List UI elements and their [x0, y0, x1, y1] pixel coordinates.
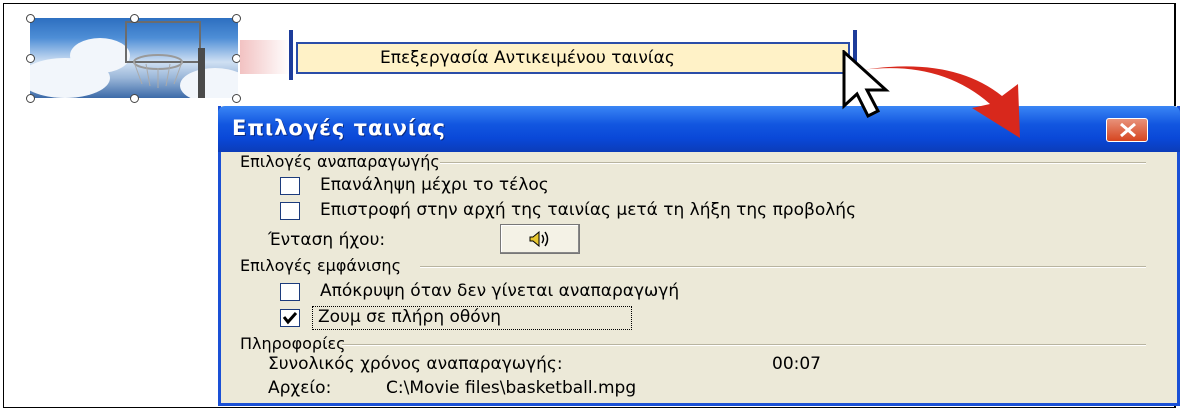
zoom-full-screen-checkbox[interactable]: [280, 309, 300, 327]
file-path-value: C:\Movie files\basketball.mpg: [386, 378, 637, 398]
selection-handle[interactable]: [232, 14, 241, 23]
dialog-title-bar[interactable]: Επιλογές ταινίας: [218, 106, 1180, 152]
edit-movie-object-menu-item[interactable]: Επεξεργασία Αντικειμένου ταινίας: [296, 42, 850, 74]
selection-handle[interactable]: [130, 14, 139, 23]
speaker-icon: [529, 230, 549, 248]
loop-label: Επανάληψη μέχρι το τέλος: [320, 175, 549, 195]
group-divider: [420, 266, 1146, 268]
checkmark-icon: [282, 312, 298, 325]
menu-connector: [240, 40, 290, 74]
display-options-heading: Επιλογές εμφάνισης: [240, 256, 401, 275]
rewind-checkbox[interactable]: [280, 202, 300, 220]
file-label: Αρχείο:: [268, 378, 332, 398]
zoom-full-screen-label: Ζουμ σε πλήρη οθόνη: [318, 307, 501, 327]
selection-handle[interactable]: [26, 14, 35, 23]
information-heading: Πληροφορίες: [240, 334, 346, 353]
selection-handle[interactable]: [26, 94, 35, 103]
selection-handle[interactable]: [26, 54, 35, 63]
close-icon: [1120, 122, 1136, 138]
selection-handle[interactable]: [232, 94, 241, 103]
group-divider: [342, 344, 1146, 346]
mouse-cursor-icon: [842, 50, 890, 119]
rewind-label: Επιστροφή στην αρχή της ταινίας μετά τη …: [320, 200, 857, 220]
hide-when-not-playing-checkbox[interactable]: [280, 283, 300, 301]
selection-handle[interactable]: [130, 94, 139, 103]
hide-when-not-playing-label: Απόκρυψη όταν δεν γίνεται αναπαραγωγή: [320, 281, 680, 301]
total-playback-time-value: 00:07: [772, 354, 821, 374]
volume-button[interactable]: [500, 224, 580, 254]
loop-checkbox[interactable]: [280, 177, 300, 195]
movie-thumbnail[interactable]: [30, 18, 238, 98]
dialog-title: Επιλογές ταινίας: [232, 116, 446, 140]
close-button[interactable]: [1106, 118, 1148, 142]
menu-left-bar: [289, 30, 293, 80]
playback-options-heading: Επιλογές αναπαραγωγής: [240, 152, 440, 171]
volume-label: Ένταση ήχου:: [268, 230, 386, 250]
menu-item-label: Επεξεργασία Αντικειμένου ταινίας: [380, 48, 675, 68]
total-playback-time-label: Συνολικός χρόνος αναπαραγωγής:: [268, 354, 563, 374]
group-divider: [440, 162, 1146, 164]
